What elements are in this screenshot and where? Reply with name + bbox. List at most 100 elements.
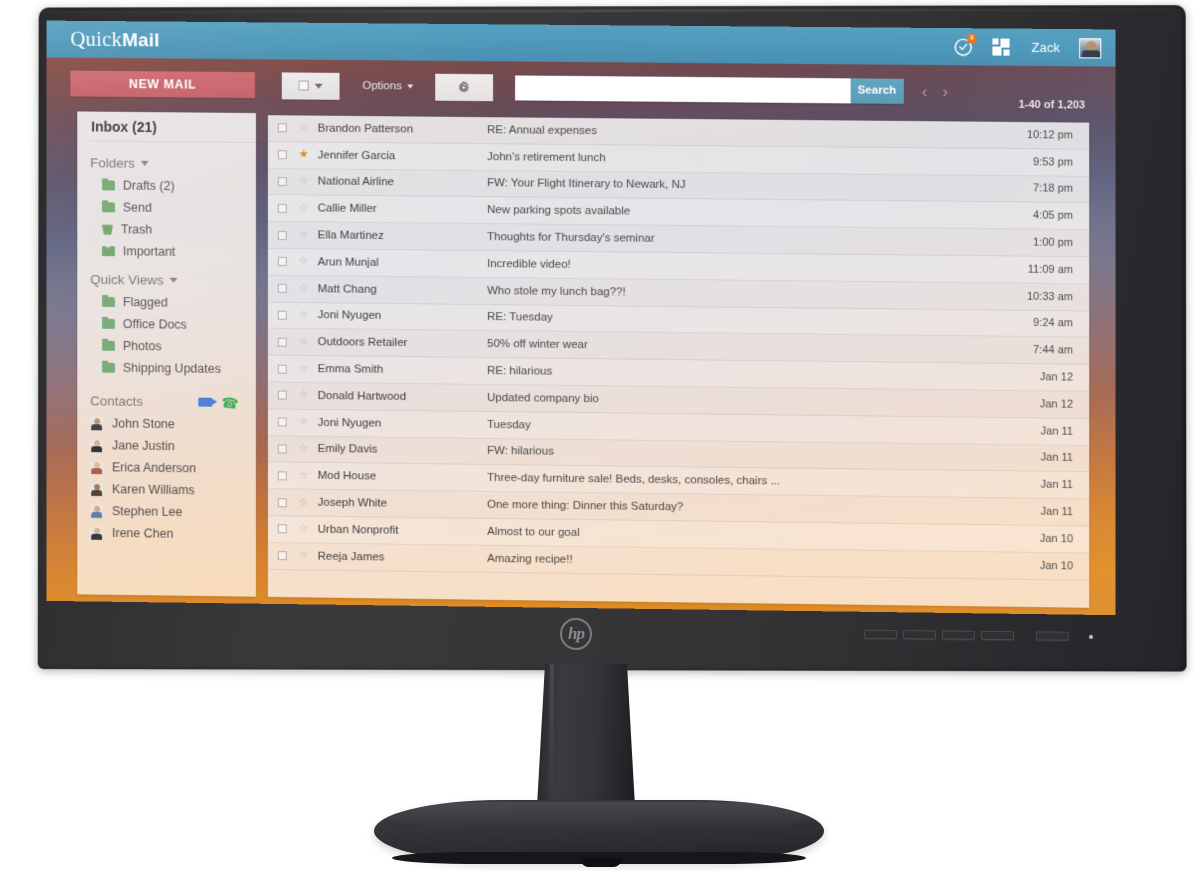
row-checkbox[interactable]	[277, 417, 287, 427]
star-icon[interactable]: ☆	[294, 362, 314, 374]
star-icon[interactable]: ☆	[294, 122, 314, 134]
apps-grid-icon[interactable]	[992, 37, 1012, 56]
sidebar-section-quick-views[interactable]: Quick Views	[90, 272, 256, 289]
subject-text: One more thing: Dinner this Saturday?	[487, 498, 684, 514]
chevron-right-icon[interactable]: ›	[942, 82, 948, 101]
row-checkbox[interactable]	[277, 390, 287, 400]
row-checkbox[interactable]	[277, 471, 287, 481]
sidebar-item-drafts[interactable]: Drafts (2)	[90, 178, 256, 194]
subject-text: RE: hilarious	[487, 365, 553, 378]
sidebar-item-send[interactable]: Send	[90, 200, 256, 216]
menu-button-1[interactable]	[864, 629, 897, 640]
star-icon[interactable]: ☆	[294, 496, 314, 508]
star-icon[interactable]: ☆	[294, 282, 314, 294]
menu-button-3[interactable]	[942, 630, 975, 640]
chevron-left-icon[interactable]: ‹	[922, 82, 928, 101]
star-icon[interactable]: ☆	[294, 309, 314, 321]
contact-item[interactable]: Stephen Lee	[90, 504, 256, 520]
user-name-label[interactable]: Zack	[1032, 40, 1060, 55]
contact-item[interactable]: John Stone	[90, 416, 256, 432]
timestamp: Jan 10	[1039, 532, 1074, 546]
sidebar: Inbox (21) Folders Drafts (2) Send Trash	[77, 111, 269, 597]
settings-button[interactable]	[434, 73, 493, 101]
sidebar-item-shipping-updates[interactable]: Shipping Updates	[90, 361, 256, 377]
sidebar-item-flagged[interactable]: Flagged	[90, 295, 256, 311]
row-checkbox[interactable]	[277, 257, 287, 267]
video-camera-icon[interactable]	[197, 397, 212, 407]
new-mail-button[interactable]: NEW MAIL	[70, 70, 255, 99]
star-icon[interactable]: ☆	[294, 416, 314, 428]
select-all-dropdown[interactable]	[281, 71, 340, 100]
star-icon[interactable]: ★	[294, 149, 314, 161]
star-icon[interactable]: ☆	[294, 550, 314, 562]
star-icon[interactable]: ☆	[294, 336, 314, 348]
folder-icon	[102, 296, 115, 308]
options-menu-button[interactable]: Options	[362, 80, 413, 92]
row-checkbox[interactable]	[277, 283, 287, 294]
mail-toolbar: NEW MAIL Options Search ‹ ›	[47, 57, 1116, 118]
search-button[interactable]: Search	[850, 77, 904, 104]
chevron-down-icon	[314, 83, 323, 89]
star-icon[interactable]: ☆	[294, 229, 314, 241]
avatar	[90, 460, 104, 474]
gear-icon	[459, 80, 470, 93]
subject-text: RE: Annual expenses	[487, 124, 597, 138]
app-logo-bold: Mail	[122, 30, 160, 52]
star-icon[interactable]: ☆	[294, 523, 314, 535]
sidebar-item-important[interactable]: Important	[90, 244, 256, 260]
contact-name: Irene Chen	[111, 526, 174, 541]
row-checkbox[interactable]	[277, 337, 287, 347]
subject-text: 50% off winter wear	[487, 338, 588, 352]
row-checkbox[interactable]	[277, 524, 287, 534]
contact-item[interactable]: Irene Chen	[90, 526, 256, 542]
row-checkbox[interactable]	[277, 123, 287, 133]
timestamp: 9:24 am	[1032, 317, 1074, 330]
star-icon[interactable]: ☆	[294, 202, 314, 214]
contact-item[interactable]: Erica Anderson	[90, 460, 256, 476]
sidebar-item-office-docs[interactable]: Office Docs	[90, 317, 256, 333]
pagination-controls: ‹ ›	[922, 82, 949, 101]
sidebar-section-folders[interactable]: Folders	[90, 155, 256, 172]
menu-button-4[interactable]	[981, 630, 1014, 641]
row-checkbox[interactable]	[277, 203, 287, 213]
timestamp: 7:18 pm	[1032, 182, 1074, 196]
monitor-stand-base-highlight	[382, 802, 816, 828]
contact-item[interactable]: Karen Williams	[90, 482, 256, 498]
search-box: Search	[514, 74, 904, 104]
star-icon[interactable]: ☆	[294, 175, 314, 187]
power-button[interactable]	[1036, 631, 1069, 641]
row-checkbox[interactable]	[277, 444, 287, 454]
sender-name: National Airline	[317, 175, 395, 189]
row-checkbox[interactable]	[277, 551, 287, 561]
row-checkbox[interactable]	[277, 150, 287, 160]
star-icon[interactable]: ☆	[294, 255, 314, 267]
monitor-stand-base-notch	[580, 858, 622, 867]
timestamp: Jan 11	[1040, 505, 1074, 519]
row-checkbox[interactable]	[277, 310, 287, 320]
folder-icon	[102, 318, 115, 329]
checkbox-icon	[298, 80, 309, 91]
sender-name: Reeja James	[317, 550, 385, 564]
bezel-highlight	[42, 8, 1182, 14]
avatar[interactable]	[1079, 37, 1102, 58]
subject-text: Almost to our goal	[487, 525, 580, 539]
star-icon[interactable]: ☆	[294, 389, 314, 401]
star-icon[interactable]: ☆	[294, 443, 314, 455]
app-logo: QuickMail	[70, 27, 160, 52]
menu-button-2[interactable]	[903, 630, 936, 640]
sender-name: Donald Hartwood	[317, 389, 407, 403]
sidebar-item-trash[interactable]: Trash	[90, 222, 256, 238]
phone-icon[interactable]: ☎	[220, 393, 239, 411]
sidebar-item-inbox[interactable]: Inbox (21)	[90, 111, 269, 144]
row-checkbox[interactable]	[277, 364, 287, 374]
row-checkbox[interactable]	[277, 177, 287, 187]
search-input[interactable]	[514, 74, 851, 103]
timestamp: 9:53 pm	[1032, 155, 1074, 169]
sidebar-item-photos[interactable]: Photos	[90, 339, 256, 355]
notifications-button[interactable]: 3	[953, 33, 977, 57]
row-checkbox[interactable]	[277, 497, 287, 507]
row-checkbox[interactable]	[277, 230, 287, 240]
timestamp: Jan 11	[1040, 425, 1074, 438]
star-icon[interactable]: ☆	[294, 469, 314, 481]
contact-item[interactable]: Jane Justin	[90, 438, 256, 454]
